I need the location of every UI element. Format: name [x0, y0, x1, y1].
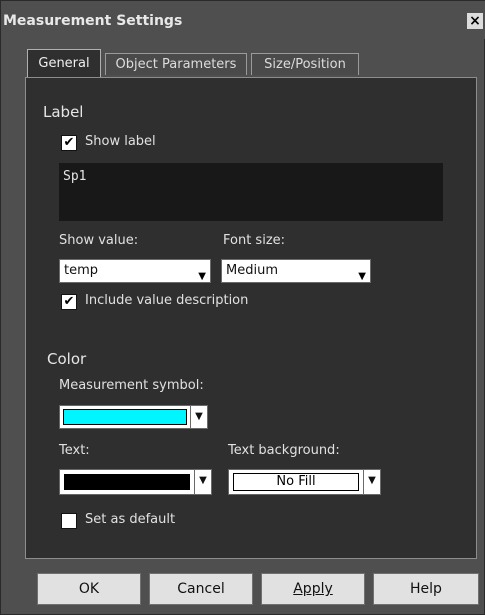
include-description-checkbox[interactable]: ✔	[61, 294, 77, 310]
text-color-swatch	[64, 474, 190, 490]
show-value-label: Show value:	[59, 233, 139, 248]
include-description-text: Include value description	[85, 293, 249, 308]
font-size-select-value: Medium	[226, 263, 278, 278]
tab-size-position[interactable]: Size/Position	[251, 53, 359, 75]
label-text-input[interactable]: Sp1	[59, 163, 443, 221]
chevron-down-icon: ▼	[199, 475, 207, 486]
measurement-symbol-label: Measurement symbol:	[59, 378, 204, 393]
chevron-down-icon: ▼	[368, 475, 376, 486]
measurement-symbol-dropdown[interactable]: ▼	[190, 405, 208, 429]
chevron-down-icon: ▼	[195, 411, 203, 422]
help-button[interactable]: Help	[373, 573, 479, 605]
title-bar[interactable]: Measurement Settings ×	[1, 1, 485, 39]
cancel-button[interactable]: Cancel	[149, 573, 253, 605]
text-color-dropdown[interactable]: ▼	[194, 469, 212, 495]
label-section-heading: Label	[43, 103, 84, 121]
color-section-heading: Color	[47, 350, 87, 368]
show-value-select[interactable]: temp ▼	[59, 259, 211, 283]
set-default-text: Set as default	[85, 512, 176, 527]
close-icon[interactable]: ×	[467, 13, 483, 29]
show-value-select-value: temp	[64, 263, 99, 278]
chevron-down-icon: ▼	[358, 271, 366, 282]
measurement-symbol-color-picker[interactable]	[59, 405, 191, 429]
tab-general[interactable]: General	[27, 49, 101, 79]
text-color-picker[interactable]	[59, 469, 195, 495]
apply-button[interactable]: Apply	[261, 573, 365, 605]
show-label-checkbox[interactable]: ✔	[61, 135, 77, 151]
text-background-value: No Fill	[233, 473, 359, 491]
ok-button[interactable]: OK	[37, 573, 141, 605]
measurement-settings-dialog: Measurement Settings × General Object Pa…	[0, 0, 485, 615]
font-size-label: Font size:	[223, 233, 286, 248]
show-label-text: Show label	[85, 134, 156, 149]
text-background-picker[interactable]: No Fill	[228, 469, 364, 495]
chevron-down-icon: ▼	[198, 271, 206, 282]
text-background-label: Text background:	[228, 443, 340, 458]
tab-object-parameters[interactable]: Object Parameters	[105, 53, 247, 75]
text-background-dropdown[interactable]: ▼	[363, 469, 381, 495]
text-color-label: Text:	[59, 443, 90, 458]
font-size-select[interactable]: Medium ▼	[221, 259, 371, 283]
measurement-symbol-swatch	[63, 409, 187, 425]
dialog-title: Measurement Settings	[3, 13, 183, 29]
set-default-checkbox[interactable]	[61, 513, 77, 529]
